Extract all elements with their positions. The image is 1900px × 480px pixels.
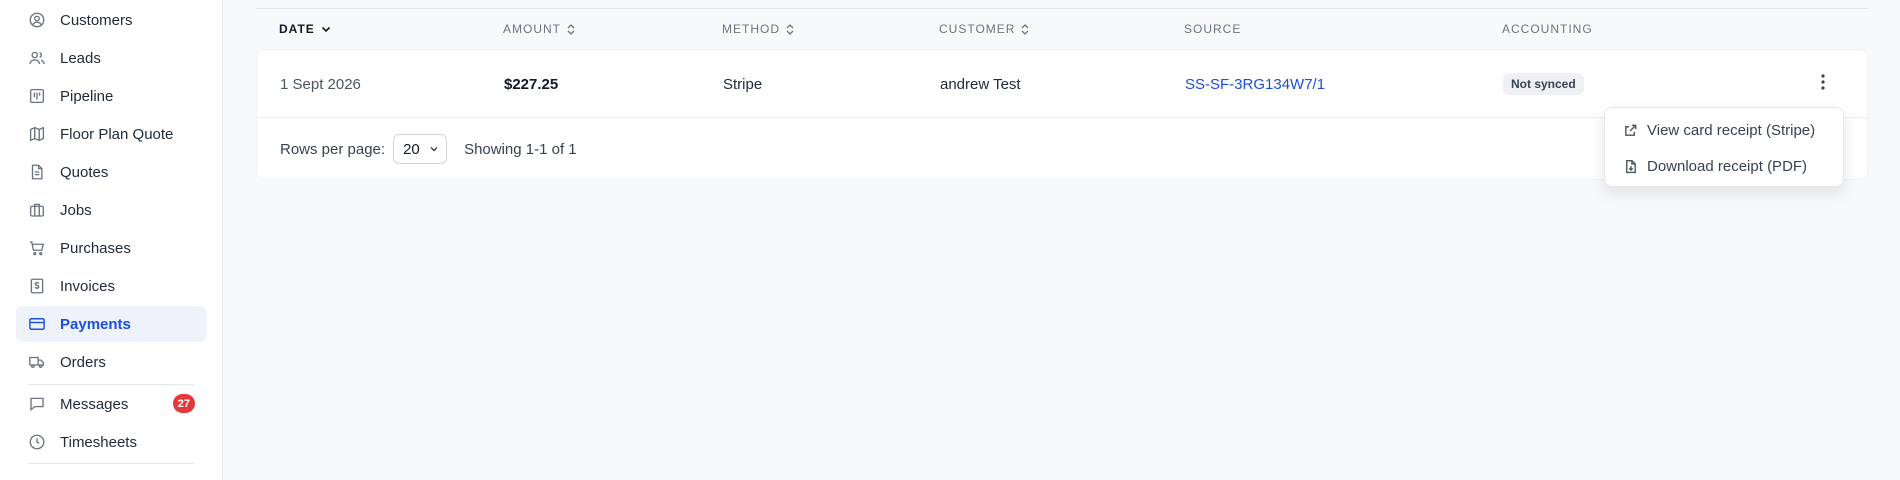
sidebar-divider xyxy=(28,384,194,385)
sidebar-item-payments[interactable]: Payments xyxy=(16,306,207,342)
column-header-date[interactable]: Date xyxy=(279,9,332,49)
more-vertical-icon xyxy=(1821,73,1825,95)
column-header-amount[interactable]: Amount xyxy=(503,9,576,49)
truck-icon xyxy=(27,352,47,372)
sidebar-item-messages[interactable]: Messages 27 xyxy=(16,386,207,422)
column-header-method[interactable]: Method xyxy=(722,9,795,49)
column-header-accounting: Accounting xyxy=(1502,22,1593,36)
column-header-source: Source xyxy=(1184,22,1242,36)
external-link-icon xyxy=(1622,122,1638,138)
document-icon xyxy=(27,162,47,182)
sidebar-item-label: Quotes xyxy=(60,163,109,181)
menu-item-view-card-receipt[interactable]: View card receipt (Stripe) xyxy=(1605,112,1843,148)
menu-item-download-receipt[interactable]: Download receipt (PDF) xyxy=(1605,148,1843,184)
status-badge: Not synced xyxy=(1503,73,1584,95)
sidebar-item-label: Messages xyxy=(60,395,129,413)
kanban-icon xyxy=(27,86,47,106)
sidebar-item-pipeline[interactable]: Pipeline xyxy=(16,78,207,114)
unread-count-badge: 27 xyxy=(172,394,195,413)
sidebar-item-label: Leads xyxy=(60,49,101,67)
sidebar-item-label: Payments xyxy=(60,315,131,333)
cell-amount: $227.25 xyxy=(504,75,559,93)
users-icon xyxy=(27,48,47,68)
chevron-down-icon xyxy=(429,141,439,158)
sidebar-item-leads[interactable]: Leads xyxy=(16,40,207,76)
row-actions-menu: View card receipt (Stripe) Download rece… xyxy=(1604,107,1844,187)
table-header: Date Amount Method Customer Source Accou… xyxy=(256,9,1868,49)
sort-icon xyxy=(785,23,795,36)
cell-method: Stripe xyxy=(723,75,763,93)
sidebar-item-quotes[interactable]: Quotes xyxy=(16,154,207,190)
clock-icon xyxy=(27,432,47,452)
sidebar: Customers Leads Pipeline Floor Plan Quot… xyxy=(0,0,223,480)
dollar-document-icon xyxy=(27,276,47,296)
sidebar-item-floor-plan-quote[interactable]: Floor Plan Quote xyxy=(16,116,207,152)
sidebar-item-purchases[interactable]: Purchases xyxy=(16,230,207,266)
sidebar-item-timesheets[interactable]: Timesheets xyxy=(16,424,207,460)
cart-icon xyxy=(27,238,47,258)
sidebar-item-jobs[interactable]: Jobs xyxy=(16,192,207,228)
rows-per-page-label: Rows per page: xyxy=(280,140,386,158)
sidebar-divider xyxy=(28,463,194,464)
sort-icon xyxy=(566,23,576,36)
sidebar-item-label: Invoices xyxy=(60,277,116,295)
sidebar-item-label: Timesheets xyxy=(60,433,137,451)
cell-accounting: Not synced xyxy=(1503,50,1584,118)
sidebar-item-customers[interactable]: Customers xyxy=(16,2,207,38)
cell-date: 1 Sept 2026 xyxy=(280,75,361,93)
sidebar-item-label: Jobs xyxy=(60,201,92,219)
sidebar-item-invoices[interactable]: Invoices xyxy=(16,268,207,304)
user-circle-icon xyxy=(27,10,47,30)
rows-per-page-select[interactable]: 20 xyxy=(393,134,448,164)
map-icon xyxy=(27,124,47,144)
column-header-customer[interactable]: Customer xyxy=(939,9,1030,49)
sidebar-item-label: Purchases xyxy=(60,239,131,257)
credit-card-icon xyxy=(27,314,47,334)
file-download-icon xyxy=(1622,158,1638,174)
source-link[interactable]: SS-SF-3RG134W7/1 xyxy=(1185,50,1325,118)
sidebar-item-label: Floor Plan Quote xyxy=(60,125,174,143)
pagination-summary: Showing 1-1 of 1 xyxy=(464,140,577,158)
cell-customer: andrew Test xyxy=(940,75,1021,93)
briefcase-icon xyxy=(27,200,47,220)
sidebar-item-label: Customers xyxy=(60,11,133,29)
sort-icon xyxy=(1020,23,1030,36)
sidebar-item-orders[interactable]: Orders xyxy=(16,344,207,380)
chat-icon xyxy=(27,394,47,414)
sidebar-item-label: Pipeline xyxy=(60,87,114,105)
row-actions-button[interactable] xyxy=(1811,72,1835,96)
sidebar-item-label: Orders xyxy=(60,353,106,371)
chevron-down-icon xyxy=(320,23,332,35)
